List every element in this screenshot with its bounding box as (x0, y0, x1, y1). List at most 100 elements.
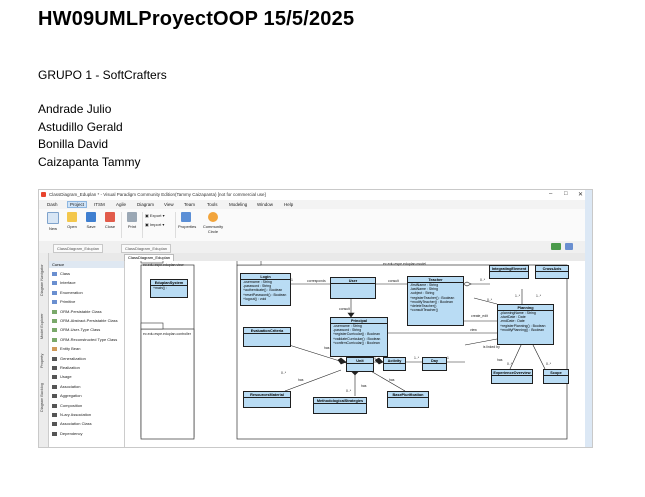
menu-tools[interactable]: Tools (207, 202, 218, 207)
ribbon-toolbar: New Open Save Close Print ▣ Export ▾ ▣ I… (39, 209, 592, 242)
palette-item[interactable]: Aggregation (52, 393, 82, 399)
close-button[interactable]: Close (102, 212, 118, 229)
multiplicity: 1 (291, 278, 293, 282)
palette-item-icon (52, 337, 57, 342)
palette-item[interactable]: Dependency (52, 431, 82, 436)
class-day[interactable]: Day (422, 357, 447, 371)
print-button[interactable]: Print (124, 212, 140, 229)
diagram-canvas[interactable]: corresponds consult consult create_edit … (125, 261, 577, 442)
palette-item-label: Generalization (60, 355, 86, 361)
save-button[interactable]: Save (83, 212, 99, 229)
minimize-icon[interactable]: – (549, 191, 552, 197)
palette-item[interactable]: ORM-User-Type Class (52, 327, 101, 333)
palette-item[interactable]: Enumeration (52, 290, 83, 295)
label-has: has (389, 378, 395, 382)
palette-item-label: ORM-User-Type Class (60, 327, 101, 333)
tab-model-explorer[interactable]: Model Explorer (40, 308, 47, 344)
menu-dash[interactable]: Dash (47, 202, 58, 207)
palette-item[interactable]: Usage (52, 374, 72, 380)
open-button[interactable]: Open (64, 212, 80, 229)
member-name: Bonilla David (38, 137, 109, 151)
class-methodological-strategies[interactable]: MethodologicalStrategies (313, 397, 367, 414)
palette-item-icon (52, 328, 57, 333)
menu-diagram[interactable]: Diagram (137, 202, 154, 207)
member-list: Andrade Julio Astudillo Gerald Bonilla D… (38, 101, 141, 171)
palette-item-icon (52, 356, 57, 361)
palette-item[interactable]: Realization (52, 365, 80, 370)
palette-item-icon (52, 394, 57, 399)
window-titlebar: ClassDiagram_Eduplan * - Visual Paradigm… (39, 190, 592, 200)
class-scope[interactable]: Scope (543, 369, 569, 384)
menu-project[interactable]: Project (67, 201, 88, 208)
class-login[interactable]: Login -username : String -password : Str… (240, 273, 291, 306)
layout-icon[interactable] (565, 243, 573, 250)
menu-view[interactable]: View (164, 202, 174, 207)
class-unit[interactable]: Unit (346, 357, 374, 372)
export-button[interactable]: ▣ Export ▾ (145, 213, 165, 218)
class-principal[interactable]: Principal -username : String -password :… (330, 317, 388, 357)
palette-item-label: Dependency (60, 430, 83, 436)
class-user[interactable]: User (330, 277, 376, 299)
menu-bar: Dash Project ITSM Agile Diagram View Tea… (39, 200, 592, 209)
menu-window[interactable]: Window (257, 202, 273, 207)
tab-property[interactable]: Property (40, 351, 47, 371)
palette-item[interactable]: Generalization (52, 356, 86, 361)
multiplicity: 0..* (346, 389, 352, 393)
properties-button[interactable]: Properties (178, 212, 196, 229)
palette-item[interactable]: Entity Bean (52, 346, 81, 352)
document-title: HW09UMLProyectOOP 15/5/2025 (38, 8, 355, 30)
palette-cursor[interactable]: Cursor (49, 261, 124, 268)
palette-item-label: Enumeration (60, 289, 83, 295)
menu-team[interactable]: Team (184, 202, 195, 207)
palette-item[interactable]: ORM-Abstract-Persistable Class (52, 318, 118, 323)
palette-item[interactable]: Interface (52, 280, 76, 286)
palette-item[interactable]: ORM-Reconstructed Type Class (52, 337, 117, 342)
class-evaluation-criteria[interactable]: EvaluationCriteria (243, 327, 291, 347)
class-experience-overview[interactable]: ExperienceOverview (491, 369, 533, 384)
palette-item[interactable]: Class (52, 271, 70, 276)
new-button[interactable]: New (45, 212, 61, 231)
package-label: ec.edu.espe.eduplan.view (143, 263, 184, 267)
class-resources-material[interactable]: ResourcesMaterial (243, 391, 291, 408)
member-name: Andrade Julio (38, 102, 112, 116)
tab-diagram-backlog[interactable]: Diagram Backlog (40, 379, 47, 417)
visual-paradigm-screenshot: ClassDiagram_Eduplan * - Visual Paradigm… (38, 189, 593, 448)
class-base-plurification[interactable]: BasePlurification (387, 391, 429, 408)
save-icon (86, 212, 96, 222)
menu-help[interactable]: Help (284, 202, 293, 207)
class-integrating-element[interactable]: IntegratingElement (489, 265, 529, 279)
community-circle-button[interactable]: Community Circle (202, 212, 224, 234)
label-view: view (470, 328, 477, 332)
palette-item[interactable]: Association Class (52, 421, 92, 427)
palette-item[interactable]: Association (52, 384, 80, 389)
vertical-scrollbar[interactable] (585, 190, 592, 447)
menu-agile[interactable]: Agile (116, 202, 126, 207)
class-cross-axis[interactable]: CrossAxis (535, 265, 569, 279)
palette-item[interactable]: Composition (52, 403, 82, 408)
palette-item[interactable]: N-ary Association (52, 412, 91, 417)
close-file-icon (105, 212, 115, 222)
menu-itsm[interactable]: ITSM (94, 202, 105, 207)
menu-modeling[interactable]: Modeling (229, 202, 247, 207)
class-activity[interactable]: Activity (383, 357, 406, 371)
tab-class-diagram[interactable]: ClassDiagram_Eduplan (124, 254, 175, 261)
close-icon[interactable]: ✕ (578, 191, 583, 198)
palette-item-label: Aggregation (60, 393, 82, 399)
class-teacher[interactable]: Teacher -firstName : String -lastName : … (407, 276, 464, 326)
import-button[interactable]: ▣ Import ▾ (145, 222, 164, 227)
maximize-icon[interactable]: □ (564, 191, 568, 197)
diagram-palette: Cursor Class Interface Enumeration Primitiv… (49, 261, 125, 447)
palette-item-label: Realization (60, 365, 80, 370)
breadcrumb-item[interactable]: ClassDiagram_Eduplan (121, 244, 172, 253)
palette-item-label: Interface (60, 280, 76, 286)
breadcrumb-item[interactable]: ClassDiagram_Eduplan (53, 244, 104, 253)
palette-item[interactable]: Primitive (52, 299, 75, 305)
diagram-icon[interactable] (551, 243, 561, 250)
tab-diagram-navigator[interactable]: Diagram Navigator (40, 259, 47, 301)
label-has: has (497, 358, 503, 362)
palette-item-icon (52, 422, 57, 427)
class-eduplan-system[interactable]: EduplanSystem +main() : (150, 279, 188, 298)
class-planning[interactable]: Planning -planningName : String -startDa… (497, 304, 554, 345)
palette-item[interactable]: ORM-Persistable Class (52, 309, 102, 314)
palette-item-label: Entity Bean (60, 346, 81, 352)
